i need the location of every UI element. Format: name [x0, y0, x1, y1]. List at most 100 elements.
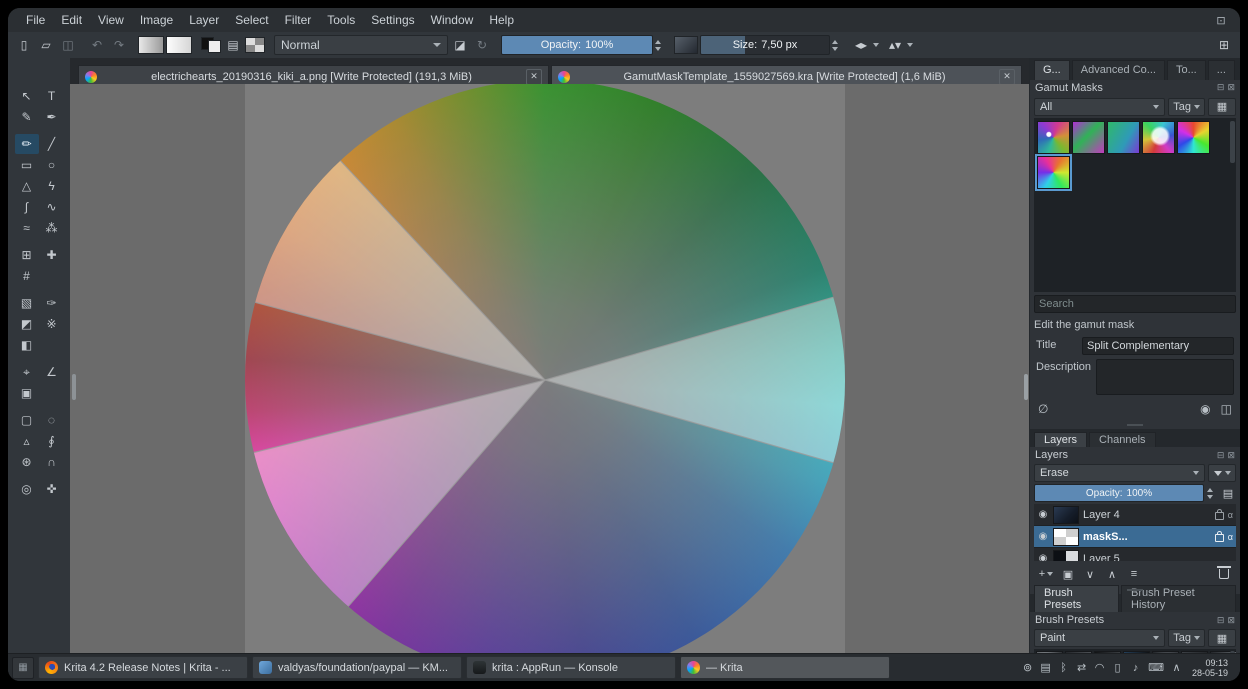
clock[interactable]: 09:13 28-05-19: [1192, 658, 1228, 678]
polyline-tool[interactable]: ϟ: [40, 176, 64, 196]
menu-filter[interactable]: Filter: [277, 8, 320, 32]
close-docker-icon[interactable]: ⊠: [1227, 450, 1235, 461]
brush-settings-icon[interactable]: ▤: [223, 35, 243, 55]
battery-icon[interactable]: ▯: [1112, 661, 1123, 674]
visibility-icon[interactable]: ◉: [1037, 531, 1049, 542]
move-tool[interactable]: ✚: [40, 245, 64, 265]
gradient-tool[interactable]: ▧: [15, 293, 39, 313]
brush-tag-button[interactable]: Tag: [1168, 629, 1205, 647]
layer-properties-button[interactable]: ≡: [1126, 566, 1142, 582]
measure-tool[interactable]: ∠: [40, 362, 64, 382]
new-document-button[interactable]: ▯: [14, 35, 34, 55]
reference-images-tool[interactable]: ▣: [15, 383, 39, 403]
view-mode-button[interactable]: ▦: [1208, 97, 1236, 116]
network-icon[interactable]: ⇄: [1076, 661, 1087, 674]
visibility-icon[interactable]: ◉: [1037, 509, 1049, 520]
mask-description-input[interactable]: [1096, 359, 1234, 396]
colorize-mask-tool[interactable]: ◩: [15, 314, 39, 334]
task-kmail[interactable]: valdyas/foundation/paypal — KM...: [252, 656, 462, 679]
elliptical-select-tool[interactable]: ◌: [40, 410, 64, 430]
bezier-curve-tool[interactable]: ∫: [15, 197, 39, 217]
close-tab-icon[interactable]: ✕: [526, 68, 542, 85]
search-input[interactable]: [1034, 294, 1236, 313]
gamut-mask-thumbnail[interactable]: [1037, 120, 1070, 154]
mask-title-input[interactable]: [1082, 337, 1234, 356]
float-docker-icon[interactable]: ⊟: [1217, 450, 1225, 461]
polygonal-select-tool[interactable]: ▵: [15, 431, 39, 451]
task-firefox[interactable]: Krita 4.2 Release Notes | Krita - ...: [38, 656, 248, 679]
brush-preview-swatch[interactable]: [674, 36, 698, 54]
redo-button[interactable]: ↷: [109, 35, 129, 55]
gradient-chooser[interactable]: [138, 36, 164, 54]
alpha-icon[interactable]: α: [1228, 532, 1233, 542]
status-icon[interactable]: ⊚: [1022, 661, 1033, 674]
tag-button[interactable]: Tag: [1168, 97, 1205, 116]
brush-preset-chooser[interactable]: [245, 37, 265, 53]
gamut-mask-thumbnail[interactable]: [1072, 120, 1105, 154]
task-konsole[interactable]: krita : AppRun — Konsole: [466, 656, 676, 679]
menu-window[interactable]: Window: [423, 8, 482, 32]
delete-layer-button[interactable]: [1216, 566, 1232, 582]
ellipse-tool[interactable]: ○: [40, 155, 64, 175]
close-tab-icon[interactable]: ✕: [999, 68, 1015, 85]
document-canvas[interactable]: [245, 84, 845, 654]
color-sampler-tool[interactable]: ✑: [40, 293, 64, 313]
fill-gradient-chooser[interactable]: [166, 36, 192, 54]
menu-settings[interactable]: Settings: [363, 8, 422, 32]
edit-shapes-tool[interactable]: ✎: [15, 107, 39, 127]
similar-select-tool[interactable]: ⊛: [15, 452, 39, 472]
multibrush-tool[interactable]: ⁂: [40, 218, 64, 238]
canvas-left-scroll-handle[interactable]: [72, 374, 76, 400]
docker-splitter[interactable]: [1030, 421, 1240, 429]
size-spinner[interactable]: [832, 39, 842, 51]
bluetooth-icon[interactable]: ᛒ: [1058, 662, 1069, 674]
preview-mask-button[interactable]: ◉: [1200, 402, 1210, 416]
task-krita[interactable]: — Krita: [680, 656, 890, 679]
gamut-mask-thumbnail[interactable]: [1142, 120, 1175, 154]
layer-opacity-slider[interactable]: Opacity: 100%: [1034, 484, 1204, 503]
docker-splitter[interactable]: [1030, 586, 1240, 594]
menu-help[interactable]: Help: [481, 8, 522, 32]
keyboard-icon[interactable]: ⌨: [1148, 661, 1164, 674]
brush-view-mode-button[interactable]: ▦: [1208, 629, 1236, 647]
gamut-mask-thumbnail[interactable]: [1107, 120, 1140, 154]
menu-file[interactable]: File: [18, 8, 53, 32]
alpha-icon[interactable]: α: [1228, 510, 1233, 520]
clipboard-icon[interactable]: ▤: [1040, 661, 1051, 674]
duplicate-layer-button[interactable]: ▣: [1060, 566, 1076, 582]
volume-icon[interactable]: ♪: [1130, 662, 1141, 674]
menu-layer[interactable]: Layer: [181, 8, 227, 32]
show-desktop-button[interactable]: ▦: [12, 656, 34, 679]
workspace-chooser-button[interactable]: ⊞: [1214, 35, 1234, 55]
calligraphy-tool[interactable]: ✒: [40, 107, 64, 127]
layer-blend-mode-select[interactable]: Erase: [1034, 464, 1205, 483]
zoom-tool[interactable]: ◎: [15, 479, 39, 499]
save-button[interactable]: ◫: [58, 35, 78, 55]
reload-preset-button[interactable]: ↻: [472, 35, 492, 55]
text-tool[interactable]: T: [40, 86, 64, 106]
tab-overflow[interactable]: ...: [1207, 60, 1235, 80]
tab-tool-options[interactable]: To...: [1166, 60, 1206, 80]
rectangle-tool[interactable]: ▭: [15, 155, 39, 175]
canvas-viewport[interactable]: [70, 84, 1030, 654]
smart-patch-tool[interactable]: ※: [40, 314, 64, 334]
brush-filter-select[interactable]: Paint: [1034, 629, 1166, 647]
layer-row[interactable]: ◉ Layer 4 α: [1034, 504, 1236, 527]
tab-gamut-masks[interactable]: G...: [1034, 60, 1070, 80]
eraser-mode-button[interactable]: ◪: [450, 35, 470, 55]
layer-row-selected[interactable]: ◉ maskS... α: [1034, 526, 1236, 549]
layer-row[interactable]: ◉ Layer 5: [1034, 548, 1236, 562]
close-docker-icon[interactable]: ⊠: [1227, 615, 1235, 626]
blend-mode-select[interactable]: Normal: [274, 35, 448, 55]
line-tool[interactable]: ╱: [40, 134, 64, 154]
mirror-vertical-icon[interactable]: ▴▾: [885, 35, 905, 55]
menu-image[interactable]: Image: [132, 8, 181, 32]
select-shapes-tool[interactable]: ↖: [15, 86, 39, 106]
float-docker-icon[interactable]: ⊟: [1217, 615, 1225, 626]
layer-list-options-button[interactable]: ▤: [1220, 485, 1236, 501]
save-mask-button[interactable]: ◫: [1221, 402, 1232, 416]
resource-scrollbar[interactable]: [1230, 120, 1235, 163]
lock-icon[interactable]: [1214, 531, 1224, 543]
canvas-scrollbar[interactable]: [1024, 374, 1028, 400]
menu-select[interactable]: Select: [227, 8, 276, 32]
